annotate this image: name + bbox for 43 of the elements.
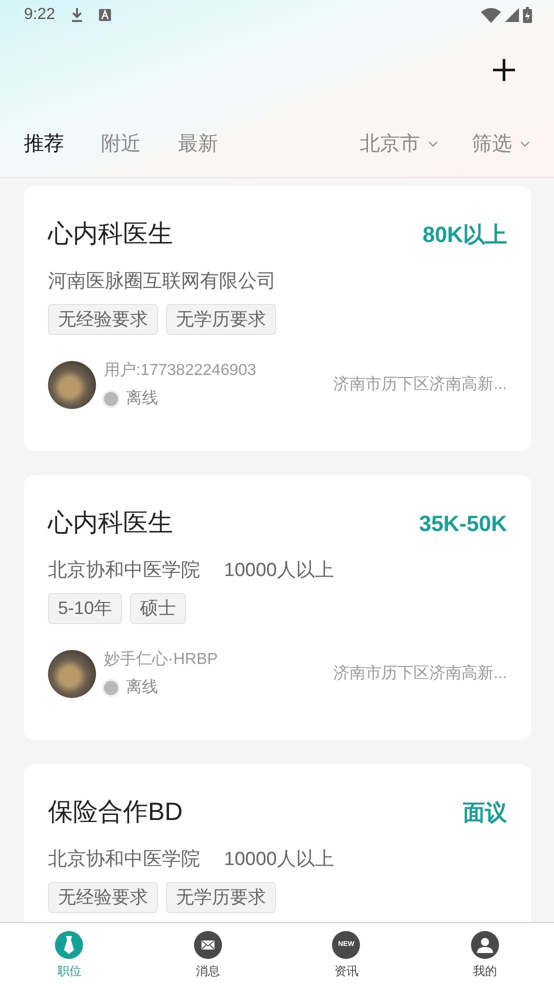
company-size: 10000人以上 <box>224 558 334 582</box>
company-name: 北京协和中医学院 <box>48 848 200 872</box>
avatar-photo-placeholder <box>48 361 96 409</box>
status-text: 离线 <box>126 388 158 409</box>
job-tag: 无学历要求 <box>166 882 276 913</box>
keyboard-letter-icon <box>99 9 112 21</box>
status-time: 9:22 <box>24 5 56 25</box>
download-icon <box>71 7 84 23</box>
chevron-down-icon <box>520 141 530 147</box>
job-title: 心内科医生 <box>48 508 173 539</box>
battery-icon <box>523 7 532 23</box>
tie-icon <box>55 931 84 959</box>
salary: 面议 <box>463 799 507 828</box>
salary: 35K-50K <box>418 510 507 538</box>
company-size: 10000人以上 <box>224 848 334 872</box>
job-tag: 5-10年 <box>48 593 122 624</box>
mail-icon <box>194 931 222 959</box>
nav-tab[interactable]: 我的 <box>454 923 515 984</box>
job-tag: 无经验要求 <box>48 882 158 913</box>
tab[interactable]: 推荐 <box>24 129 64 159</box>
recruiter-name: 妙手仁心·HRBP <box>104 650 218 670</box>
chevron-down-icon <box>428 141 438 147</box>
job-tag: 无学历要求 <box>166 304 276 335</box>
job-card[interactable]: 心内科医生 80K以上 河南医脉圈互联网有限公司 无经验要求 无学历要求 用户:1773822246903 离线 济南市历下区济南高新... <box>24 186 531 451</box>
job-title: 心内科医生 <box>48 219 173 250</box>
company-name: 北京协和中医学院 <box>48 558 200 582</box>
job-address: 济南市历下区济南高新... <box>334 374 507 395</box>
job-tag: 硕士 <box>130 593 186 624</box>
job-card[interactable]: 保险合作BD 面议 北京协和中医学院 10000人以上 无经验要求 无学历要求 <box>24 764 531 922</box>
nav-tab[interactable]: 消息 <box>178 923 238 984</box>
company-name: 河南医脉圈互联网有限公司 <box>48 270 276 294</box>
status-text: 离线 <box>126 678 158 698</box>
signal-icon <box>505 8 519 22</box>
salary: 80K以上 <box>422 221 507 250</box>
job-card[interactable]: 心内科医生 35K-50K 北京协和中医学院 10000人以上 5-10年 硕士 妙手仁心·HRBP 离线 济南市历下区济南高新... <box>24 475 531 740</box>
job-tag: 无经验要求 <box>48 304 158 335</box>
add-icon[interactable] <box>492 58 516 82</box>
profile-icon <box>470 931 499 959</box>
avatar-photo-placeholder <box>48 650 96 698</box>
wifi-icon <box>481 8 501 22</box>
job-address: 济南市历下区济南高新... <box>334 664 507 684</box>
job-title: 保险合作BD <box>48 797 183 828</box>
recruiter-name: 用户:1773822246903 <box>104 360 256 381</box>
